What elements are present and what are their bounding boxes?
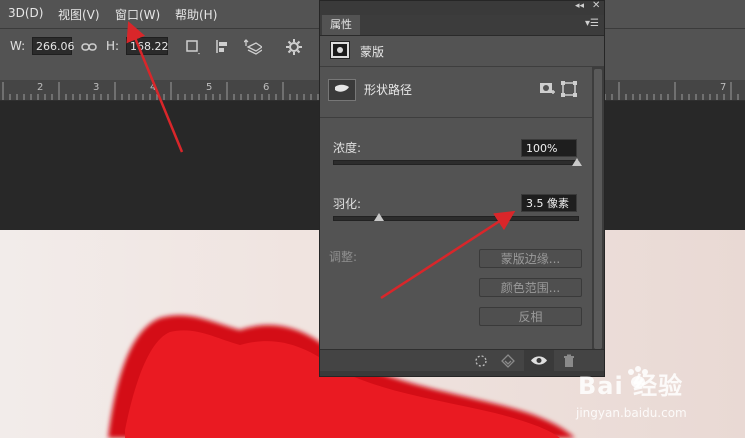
- path-operations-icon[interactable]: [184, 38, 202, 56]
- mask-header-row: 蒙版: [320, 36, 604, 67]
- apply-mask-icon[interactable]: [500, 353, 516, 369]
- menu-view[interactable]: 视图(V): [58, 6, 100, 23]
- path-alignment-icon[interactable]: [214, 38, 232, 56]
- tab-properties[interactable]: 属性: [322, 15, 360, 35]
- watermark-url: jingyan.baidu.com: [576, 406, 687, 420]
- ruler-number: 7: [720, 82, 727, 93]
- feather-label: 羽化:: [333, 197, 362, 211]
- paw-logo-icon: [624, 364, 652, 392]
- properties-panel: ◂◂ ✕ 属性 ▾☰ 蒙版 形状路径 浓度: 100% 羽化: 3.5 像素 调…: [319, 0, 605, 377]
- ruler-number: 3: [93, 82, 100, 93]
- mask-label: 蒙版: [360, 45, 385, 59]
- path-arrangement-icon[interactable]: [243, 38, 264, 56]
- width-label: W:: [10, 39, 26, 53]
- close-panel-icon[interactable]: ✕: [592, 0, 600, 11]
- scrollbar-thumb[interactable]: [594, 69, 602, 349]
- menu-3d[interactable]: 3D(D): [8, 6, 43, 20]
- link-icon[interactable]: [80, 38, 98, 56]
- panel-resize-handle[interactable]: [320, 371, 604, 376]
- shape-path-label: 形状路径: [364, 83, 413, 97]
- load-selection-icon[interactable]: [473, 353, 489, 369]
- height-label: H:: [106, 39, 120, 53]
- ruler-number: 4: [150, 82, 157, 93]
- properties-content: 浓度: 100% 羽化: 3.5 像素 调整: 蒙版边缘... 颜色范围... …: [320, 118, 592, 349]
- panel-top-bar: ◂◂ ✕: [320, 0, 604, 15]
- adjust-label: 调整:: [329, 250, 358, 264]
- panel-scrollbar[interactable]: [592, 67, 604, 349]
- mask-icon: [330, 41, 350, 59]
- shape-path-thumbnail: [328, 79, 356, 101]
- add-vector-mask-icon[interactable]: [560, 80, 578, 98]
- toggle-mask-visibility-icon[interactable]: [524, 350, 554, 371]
- feather-slider-thumb[interactable]: [374, 213, 385, 221]
- panel-tab-row: 属性 ▾☰: [320, 15, 604, 36]
- density-slider-thumb[interactable]: [572, 158, 582, 166]
- color-range-button[interactable]: 颜色范围...: [479, 278, 582, 297]
- mask-edge-button[interactable]: 蒙版边缘...: [479, 249, 582, 268]
- width-input[interactable]: 266.06: [32, 37, 75, 55]
- density-label: 浓度:: [333, 141, 362, 155]
- panel-bottom-bar: [320, 349, 604, 372]
- ruler-number: 5: [206, 82, 213, 93]
- panel-menu-icon[interactable]: ▾☰: [585, 18, 599, 29]
- gear-icon[interactable]: [285, 38, 303, 56]
- add-pixel-mask-icon[interactable]: [539, 81, 555, 97]
- density-value-input[interactable]: 100%: [521, 139, 577, 157]
- ruler-number: 2: [37, 82, 44, 93]
- collapse-panel-icon[interactable]: ◂◂: [575, 1, 584, 11]
- baidu-watermark: Bai 经验 jingyan.baidu.com: [566, 362, 745, 438]
- height-input[interactable]: 168.22: [126, 37, 169, 55]
- invert-button[interactable]: 反相: [479, 307, 582, 326]
- menu-help[interactable]: 帮助(H): [175, 6, 217, 23]
- density-slider-track[interactable]: [333, 160, 579, 165]
- feather-value-input[interactable]: 3.5 像素: [521, 194, 577, 212]
- menu-window[interactable]: 窗口(W): [115, 6, 160, 23]
- feather-slider-track[interactable]: [333, 216, 579, 221]
- ruler-number: 6: [263, 82, 270, 93]
- shape-path-row: 形状路径: [320, 67, 604, 118]
